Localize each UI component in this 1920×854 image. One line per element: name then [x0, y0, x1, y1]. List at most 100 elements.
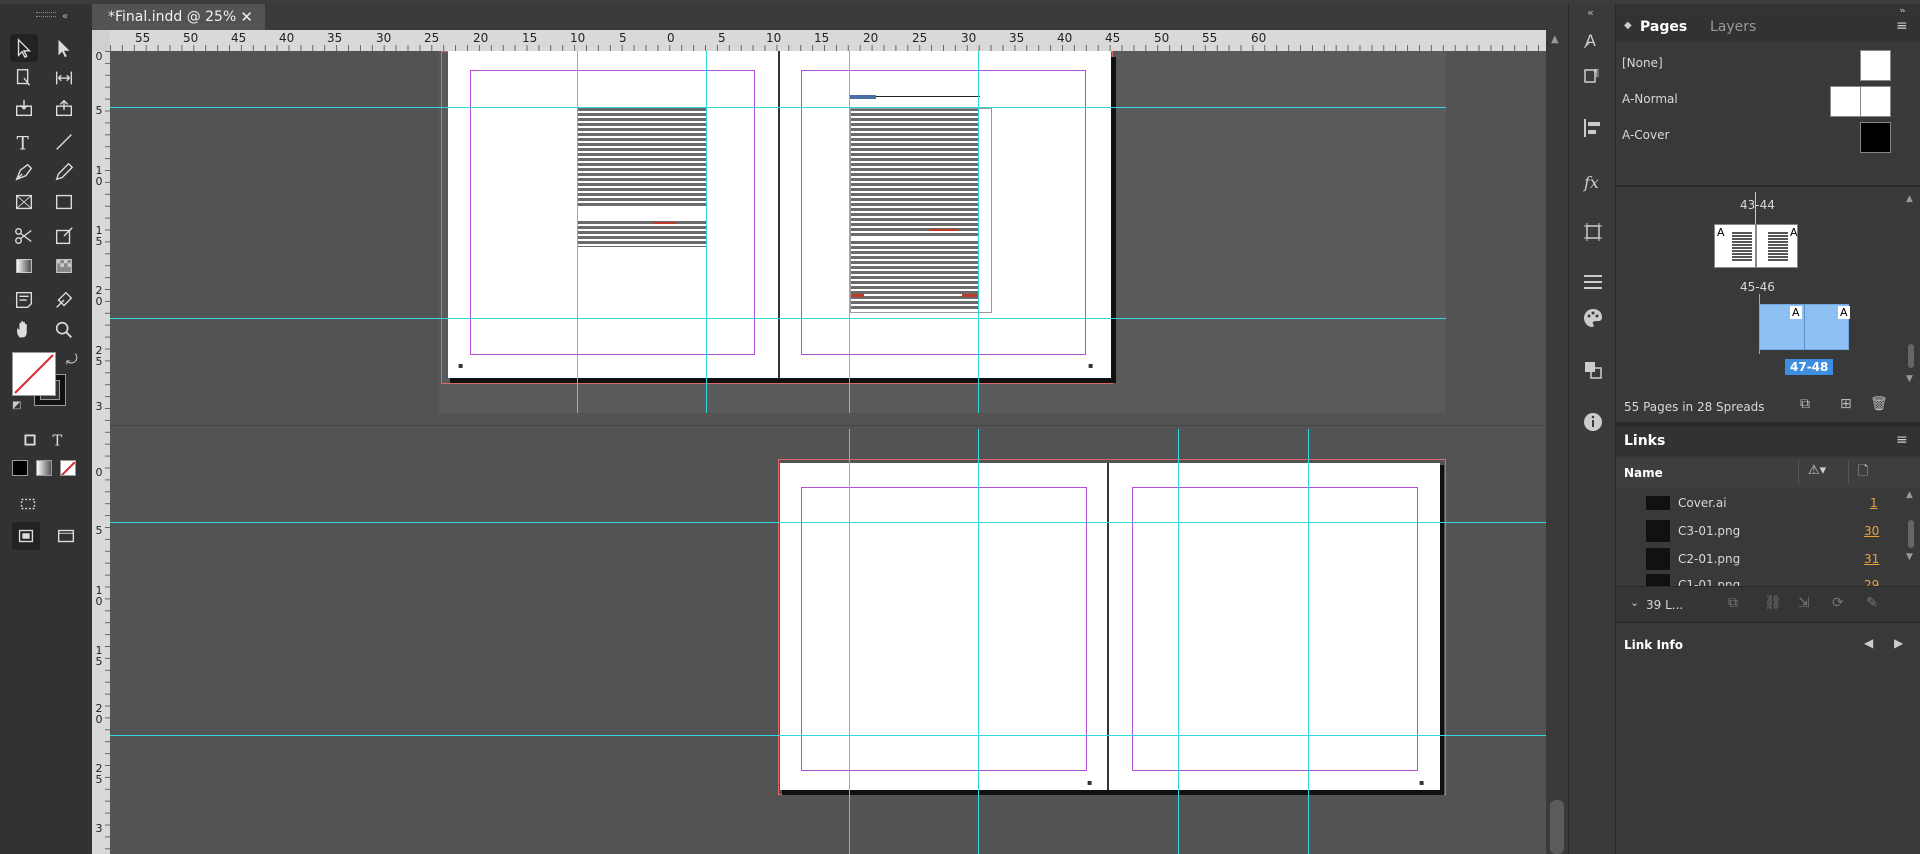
effects-fx-icon[interactable]: fx — [1579, 168, 1607, 196]
edit-page-size-icon[interactable]: ⧉ — [1800, 396, 1810, 412]
text-frame-left[interactable] — [578, 108, 706, 207]
content-placer-icon[interactable] — [50, 94, 78, 122]
panel-menu-icon[interactable]: ≡ — [1896, 432, 1908, 448]
links-scrollbar[interactable]: ▲ ▼ — [1904, 490, 1918, 586]
guide-vertical[interactable] — [849, 51, 850, 413]
next-link-icon[interactable]: ▶ — [1894, 636, 1903, 650]
close-icon[interactable]: ✕ — [240, 4, 253, 30]
text-frame-left-lower[interactable] — [578, 221, 706, 247]
eyedropper-tool-icon[interactable] — [50, 286, 78, 314]
guide-horizontal[interactable] — [110, 107, 1446, 108]
tab-layers[interactable]: Layers — [1710, 19, 1756, 35]
spread-label-43-44[interactable]: 43-44 — [1740, 198, 1775, 212]
guide-vertical[interactable] — [1308, 429, 1309, 854]
scroll-up-icon[interactable]: ▲ — [1906, 194, 1913, 204]
preview-mode-icon[interactable] — [52, 522, 80, 550]
master-a-normal-thumb-right[interactable] — [1860, 86, 1891, 117]
list-item[interactable]: C3-01.png 30 — [1616, 518, 1902, 544]
master-a-cover[interactable]: A-Cover — [1622, 128, 1669, 142]
relink-icon[interactable]: ⛓ — [1764, 595, 1782, 611]
vertical-ruler[interactable]: 0510152025305101520253 — [92, 51, 110, 854]
scroll-up-icon[interactable]: ▲ — [1551, 34, 1559, 45]
pen-tool-icon[interactable] — [10, 158, 38, 186]
scissors-tool-icon[interactable] — [10, 222, 38, 250]
pasteboard[interactable]: ▪ ▪ ▪ ▪ — [110, 51, 1546, 854]
scroll-down-icon[interactable]: ▼ — [1906, 374, 1913, 384]
link-page[interactable]: 30 — [1864, 524, 1879, 538]
link-info-title[interactable]: Link Info — [1624, 638, 1683, 652]
scroll-up-icon[interactable]: ▲ — [1906, 490, 1913, 500]
list-item[interactable]: C2-01.png 31 — [1616, 546, 1902, 572]
screen-mode-icon[interactable] — [14, 490, 42, 518]
panel-grip[interactable] — [36, 12, 56, 17]
tab-pages[interactable]: Pages — [1640, 19, 1687, 35]
link-page[interactable]: 31 — [1864, 552, 1879, 566]
direct-selection-tool-icon[interactable] — [50, 34, 78, 62]
edit-original-icon[interactable]: ✎ — [1866, 595, 1878, 611]
master-a-normal-thumb-left[interactable] — [1830, 86, 1861, 117]
hand-tool-icon[interactable] — [10, 316, 38, 344]
guide-horizontal[interactable] — [110, 735, 1546, 736]
gradient-feather-tool-icon[interactable] — [50, 252, 78, 280]
guide-vertical[interactable] — [978, 429, 979, 854]
horizontal-ruler[interactable]: 55 50 45 40 35 30 25 20 15 10 5 0 5 10 15 20 25 30 35 40 45 5… — [110, 30, 1546, 51]
ruler-origin[interactable] — [92, 30, 110, 51]
free-transform-tool-icon[interactable] — [50, 222, 78, 250]
master-none[interactable]: [None] — [1622, 56, 1663, 70]
character-styles-icon[interactable]: A — [1579, 26, 1607, 54]
list-item[interactable]: Cover.ai 1 — [1616, 492, 1902, 516]
show-hide-info-icon[interactable]: ⧉ — [1728, 595, 1738, 611]
master-a-cover-thumb[interactable] — [1860, 122, 1891, 153]
paragraph-styles-icon[interactable]: ¶ — [1579, 62, 1607, 90]
vertical-scrollbar[interactable]: ▲ — [1546, 30, 1568, 854]
guide-vertical[interactable] — [706, 51, 707, 413]
link-page[interactable]: 29 — [1864, 578, 1879, 586]
apply-gradient-swatch[interactable] — [36, 460, 52, 476]
align-icon[interactable] — [1579, 114, 1607, 142]
scroll-down-icon[interactable]: ▼ — [1906, 552, 1913, 562]
status-warning-icon[interactable]: ⚠▾ — [1808, 463, 1826, 478]
rectangle-frame-tool-icon[interactable] — [10, 188, 38, 216]
pencil-tool-icon[interactable] — [50, 158, 78, 186]
pages-scrollbar[interactable]: ▲ ▼ — [1904, 192, 1918, 388]
type-tool-icon[interactable]: T — [10, 128, 38, 156]
guide-vertical[interactable] — [577, 51, 578, 413]
spread-label-47-48[interactable]: 47-48 — [1785, 359, 1834, 375]
previous-link-icon[interactable]: ◀ — [1864, 636, 1873, 650]
document-tab[interactable]: *Final.indd @ 25% ✕ — [92, 4, 265, 30]
default-fill-stroke-icon[interactable]: ◩ — [12, 400, 21, 411]
tab-links[interactable]: Links — [1624, 433, 1665, 449]
fill-swatch[interactable] — [12, 352, 56, 396]
guide-vertical[interactable] — [1178, 429, 1179, 854]
guide-horizontal[interactable] — [110, 522, 1546, 523]
expand-panels-icon[interactable]: « — [1587, 6, 1594, 19]
guide-vertical[interactable] — [978, 51, 979, 413]
gradient-swatch-tool-icon[interactable] — [10, 252, 38, 280]
new-page-icon[interactable]: ⊞ — [1840, 396, 1852, 412]
column-name[interactable]: Name — [1624, 466, 1663, 480]
scrollbar-thumb[interactable] — [1908, 344, 1914, 368]
content-collector-icon[interactable] — [10, 94, 38, 122]
update-link-icon[interactable]: ⟳ — [1832, 595, 1844, 611]
panel-menu-icon[interactable]: ≡ — [1896, 18, 1908, 34]
apply-none-swatch[interactable] — [60, 460, 76, 476]
go-to-link-icon[interactable]: ⇲ — [1798, 595, 1810, 611]
master-a-normal[interactable]: A-Normal — [1622, 92, 1678, 106]
line-tool-icon[interactable] — [50, 128, 78, 156]
list-item[interactable]: C1-01.png 29 — [1616, 574, 1902, 586]
swatches-icon[interactable] — [1579, 304, 1607, 332]
selection-tool-icon[interactable] — [10, 34, 38, 62]
chevron-down-icon[interactable]: ⌄ — [1630, 596, 1639, 609]
collapse-icon[interactable]: « — [62, 11, 68, 22]
formatting-text-icon[interactable]: T — [44, 426, 72, 454]
apply-color-swatch[interactable] — [12, 460, 28, 476]
stroke-icon[interactable] — [1579, 268, 1607, 296]
panel-collapse-icon[interactable]: ◆ — [1624, 20, 1632, 31]
gap-tool-icon[interactable] — [50, 64, 78, 92]
master-none-thumb[interactable] — [1860, 50, 1891, 81]
page-column-icon[interactable]: 🗋 — [1858, 462, 1868, 484]
pathfinder-icon[interactable] — [1579, 356, 1607, 384]
zoom-tool-icon[interactable] — [50, 316, 78, 344]
normal-view-icon[interactable] — [12, 522, 40, 550]
formatting-container-icon[interactable] — [16, 426, 44, 454]
